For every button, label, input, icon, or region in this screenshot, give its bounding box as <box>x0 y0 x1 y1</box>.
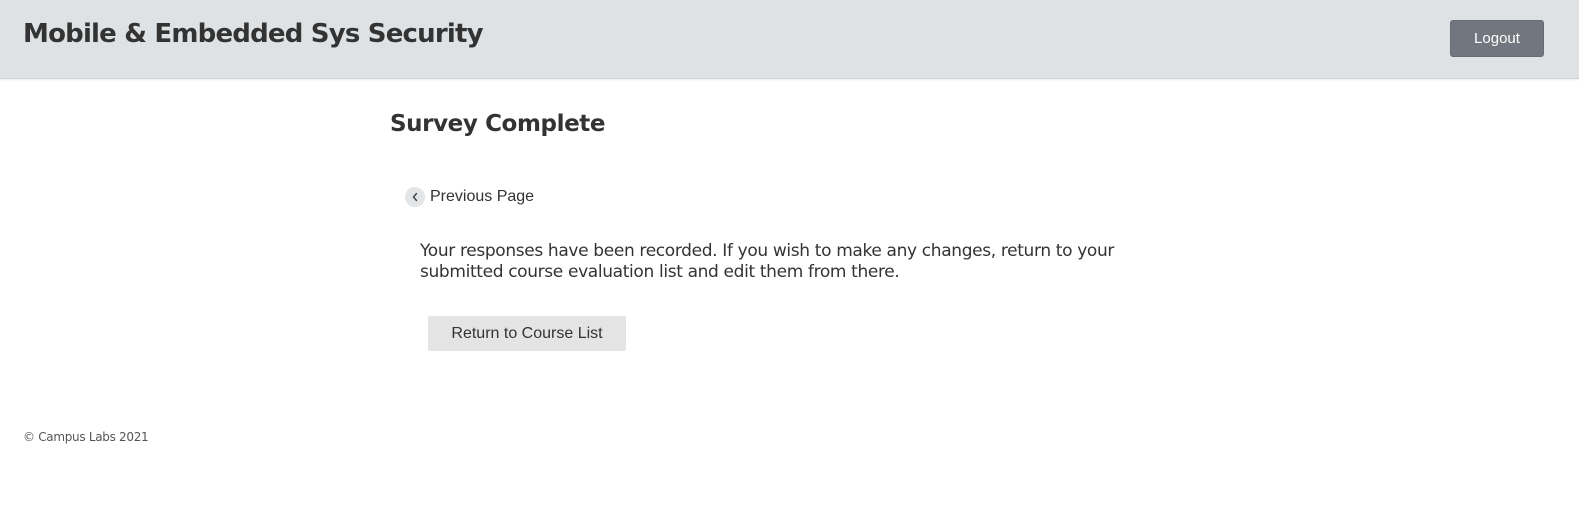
chevron-left-icon <box>405 187 425 207</box>
copyright-footer: © Campus Labs 2021 <box>23 430 149 444</box>
confirmation-message: Your responses have been recorded. If yo… <box>420 241 1115 282</box>
chevron-left-glyph <box>412 192 418 202</box>
return-to-course-list-button[interactable]: Return to Course List <box>428 316 626 351</box>
previous-page-link[interactable]: Previous Page <box>405 187 534 207</box>
logout-button[interactable]: Logout <box>1450 20 1544 57</box>
course-title: Mobile & Embedded Sys Security <box>23 19 484 49</box>
page-title: Survey Complete <box>390 111 606 137</box>
previous-page-label: Previous Page <box>430 188 535 205</box>
page-header: Mobile & Embedded Sys Security Logout <box>0 0 1579 79</box>
